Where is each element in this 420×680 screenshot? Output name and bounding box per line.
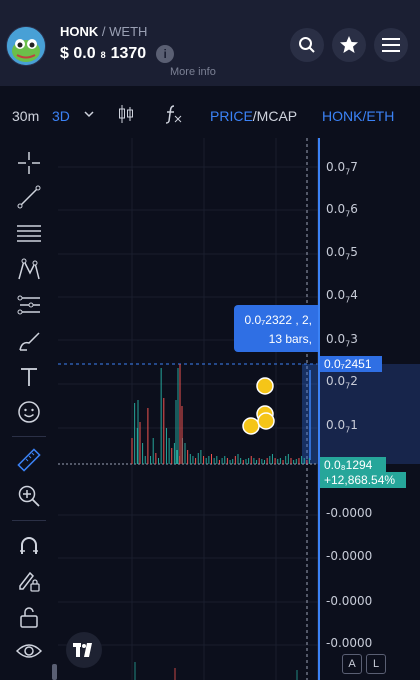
grid-lines [58,138,318,680]
timeframe-3d[interactable]: 3D [52,108,70,124]
pair-separator: / [98,24,110,39]
fib-tool[interactable] [14,290,44,320]
price-label: PRICE [210,108,253,124]
unlock-tool[interactable] [14,602,44,632]
price-axis-label: -0.0000 [326,549,373,563]
brush-icon [19,332,40,351]
event-marker[interactable] [257,412,275,430]
text-icon [21,368,37,386]
tradingview-icon [73,643,92,657]
price-axis-label: 0.075 [326,245,358,262]
timeframe-dropdown[interactable] [84,106,94,122]
lock-drawings-tool[interactable] [14,566,44,596]
search-icon [299,37,315,53]
pencil-lock-icon [19,571,40,592]
search-button[interactable] [290,28,324,62]
magnet-tool[interactable] [14,531,44,561]
pattern-tool[interactable] [14,254,44,284]
price-axis-label: 0.076 [326,202,358,219]
sidebar-scrollbar[interactable] [52,664,57,680]
tradingview-logo[interactable] [66,632,102,668]
current-price-tag: 0.0₈1294 [320,457,386,473]
pair-toggle[interactable]: HONK/ETH [322,108,394,124]
price-axis-label: 0.072 [326,374,358,391]
emoji-tool[interactable] [14,397,44,427]
info-icon[interactable]: i [156,45,175,63]
chart-toolbar: 30m 3D PRICE/MCAP HONK/ETH [0,96,420,134]
visibility-tool[interactable] [14,636,44,666]
menu-button[interactable] [374,28,408,62]
magnet-icon [20,537,38,554]
zoom-in-icon [18,485,40,507]
token-avatar [6,26,46,66]
mcap-label: /MCAP [252,108,298,124]
event-marker[interactable] [242,417,260,435]
header: HONK / WETH $ 0.0 8 1370 i More info [0,0,420,86]
candlestick-icon [119,105,133,123]
price-axis-label: 0.073 [326,332,358,349]
price-change-tag: +12,868.54% [320,472,406,488]
drawing-tools-sidebar [0,138,57,680]
ruler-icon [17,448,41,472]
horizontal-lines-icon [17,225,41,242]
chevron-down-icon [84,111,94,118]
event-marker[interactable] [256,377,274,395]
price-axis-label: 0.071 [326,418,358,435]
favorite-button[interactable] [332,28,366,62]
measure-axis-edge [318,138,320,680]
brush-tool[interactable] [14,326,44,356]
toolbar-divider [12,436,46,437]
base-token: HONK [60,24,99,39]
timeframe-30m[interactable]: 30m [12,108,39,124]
price-mcap-toggle[interactable]: PRICE/MCAP [210,108,297,124]
hamburger-icon [382,38,400,52]
eye-icon [16,644,42,658]
tooltip-line-1: 0.0₇2322 , 2, [244,313,312,327]
crosshair-icon [18,152,40,174]
trend-line-tool[interactable] [14,182,44,212]
measure-tooltip: 0.0₇2322 , 2, 13 bars, [234,305,318,352]
price-prefix: $ 0.0 [60,45,96,62]
price-axis-label: -0.0000 [326,506,373,520]
crosshair-price-tag: 0.0₇2451 [320,356,382,372]
log-scale-button[interactable]: L [366,654,386,674]
volume-bars [134,662,298,680]
price-axis-label: -0.0000 [326,594,373,608]
tooltip-line-2: 13 bars, [268,332,312,346]
pattern-icon [18,258,40,280]
zoom-tool[interactable] [14,481,44,511]
trend-line-icon [17,185,41,209]
event-markers [242,377,275,435]
function-icon [165,105,182,124]
star-icon [340,36,358,53]
text-tool[interactable] [14,362,44,392]
token-price: $ 0.0 8 1370 i [60,45,175,63]
candles [131,364,311,464]
quote-token: WETH [109,24,148,39]
crosshair-tool[interactable] [14,148,44,178]
price-axis-label: -0.0000 [326,636,373,650]
auto-scale-button[interactable]: A [342,654,362,674]
horizontal-lines-tool[interactable] [14,218,44,248]
more-info-link[interactable]: More info [170,66,216,78]
price-axis-label: 0.077 [326,160,358,177]
unlock-icon [20,607,38,628]
smiley-icon [18,401,40,423]
price-zero-count: 8 [100,50,106,60]
toolbar-divider [12,520,46,521]
price-axis[interactable]: 0.077 0.076 0.075 0.074 0.073 0.072 0.071 -0.00… [318,138,420,680]
price-tail: 1370 [110,45,147,62]
price-axis-label: 0.074 [326,288,358,305]
measure-tool[interactable] [14,445,44,475]
fibonacci-icon [17,295,40,315]
chart-type-button[interactable] [118,104,134,127]
indicators-button[interactable] [164,104,182,127]
pair-title: HONK / WETH [60,24,147,39]
